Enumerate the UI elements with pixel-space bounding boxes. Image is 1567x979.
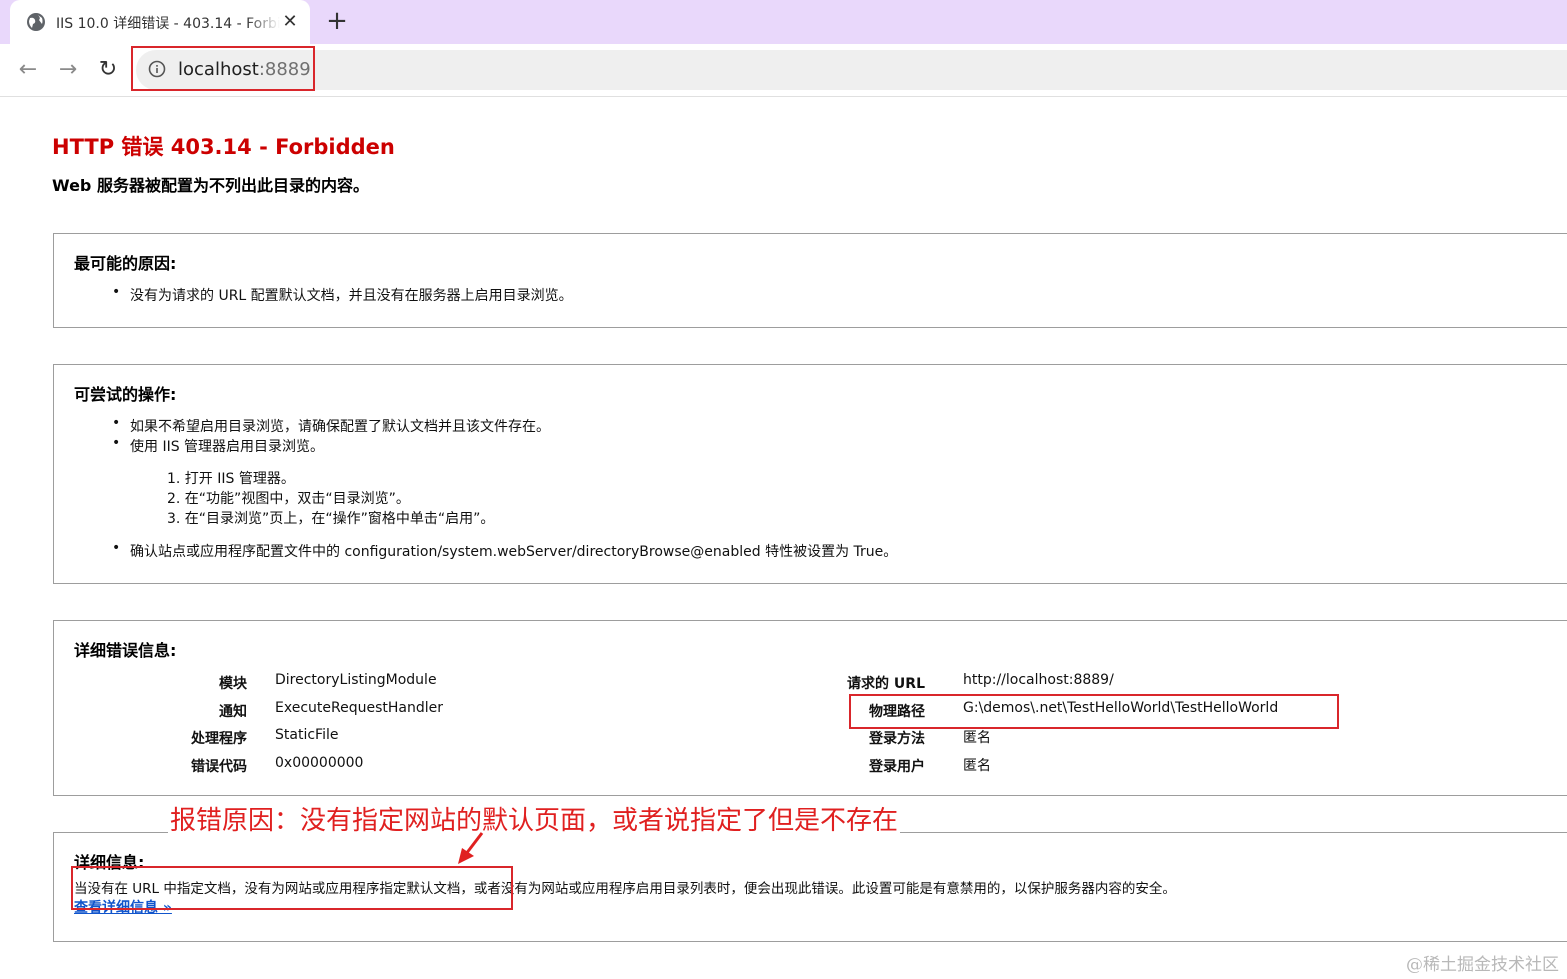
detail-key: 处理程序 (191, 731, 247, 747)
causes-section: 最可能的原因: • 没有为请求的 URL 配置默认文档，并且没有在服务器上启用目… (53, 233, 1567, 328)
active-tab[interactable]: IIS 10.0 详细错误 - 403.14 - Forbidden ✕ (10, 0, 310, 44)
forward-button[interactable]: → (54, 56, 82, 84)
action-item: 如果不希望启用目录浏览，请确保配置了默认文档并且该文件存在。 (130, 419, 550, 435)
action-item: 确认站点或应用程序配置文件中的 configuration/system.web… (130, 544, 898, 560)
action-step: 1. 打开 IIS 管理器。 (167, 471, 295, 487)
actions-section: 可尝试的操作: • 如果不希望启用目录浏览，请确保配置了默认文档并且该文件存在。… (53, 364, 1567, 584)
close-tab-icon[interactable]: ✕ (280, 12, 300, 32)
detail-key: 登录方法 (869, 731, 925, 747)
watermark: @稀土掘金技术社区 (1406, 955, 1559, 975)
details-section: 详细错误信息: 模块 DirectoryListingModule 通知 Exe… (53, 620, 1567, 796)
physical-path-highlight-box (849, 694, 1339, 729)
detail-key: 错误代码 (191, 759, 247, 775)
detail-key: 模块 (219, 676, 247, 692)
detail-value: ExecuteRequestHandler (275, 700, 443, 716)
bullet: • (112, 284, 121, 300)
error-title: HTTP 错误 403.14 - Forbidden (52, 135, 395, 159)
bullet: • (112, 540, 121, 556)
detail-key: 通知 (219, 704, 247, 720)
globe-icon (27, 13, 45, 31)
details-title: 详细错误信息: (74, 641, 177, 660)
annotation-arrow-icon (458, 832, 484, 864)
tab-strip: IIS 10.0 详细错误 - 403.14 - Forbidden ✕ + (0, 0, 1567, 44)
annotation-text: 报错原因：没有指定网站的默认页面，或者说指定了但是不存在 (168, 800, 901, 837)
bullet: • (112, 415, 121, 431)
action-item: 使用 IIS 管理器启用目录浏览。 (130, 439, 325, 455)
detail-value: http://localhost:8889/ (963, 672, 1114, 688)
reload-button[interactable]: ↻ (94, 56, 122, 84)
detail-key: 请求的 URL (847, 676, 925, 692)
detail-value: StaticFile (275, 727, 339, 743)
action-step: 3. 在“目录浏览”页上，在“操作”窗格中单击“启用”。 (167, 511, 495, 527)
causes-title: 最可能的原因: (74, 254, 177, 273)
address-bar[interactable]: localhost:8889 (136, 50, 1567, 90)
detail-value: 0x00000000 (275, 755, 364, 771)
cause-item: 没有为请求的 URL 配置默认文档，并且没有在服务器上启用目录浏览。 (130, 288, 573, 304)
tab-title: IIS 10.0 详细错误 - 403.14 - Forbidden (56, 16, 280, 32)
back-button[interactable]: ← (14, 56, 42, 84)
detail-key: 登录用户 (869, 759, 925, 775)
detail-value: DirectoryListingModule (275, 672, 437, 688)
detail-value: 匿名 (963, 730, 991, 746)
new-tab-button[interactable]: + (322, 8, 352, 36)
detail-value: 匿名 (963, 758, 991, 774)
error-subtitle: Web 服务器被配置为不列出此目录的内容。 (52, 176, 369, 195)
url-highlight-box (131, 46, 315, 91)
bullet: • (112, 435, 121, 451)
detail-text-highlight-box (71, 866, 513, 910)
actions-title: 可尝试的操作: (74, 385, 177, 404)
action-step: 2. 在“功能”视图中，双击“目录浏览”。 (167, 491, 410, 507)
